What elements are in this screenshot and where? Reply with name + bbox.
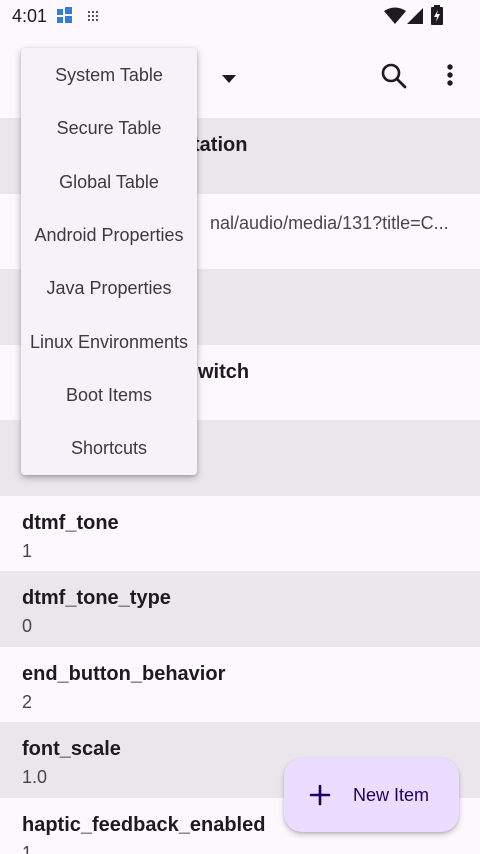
list-item[interactable]: end_button_behavior 2 bbox=[0, 647, 480, 723]
menu-item-android-properties[interactable]: Android Properties bbox=[21, 209, 197, 262]
item-value: 2 bbox=[22, 691, 33, 712]
menu-item-shortcuts[interactable]: Shortcuts bbox=[21, 422, 197, 475]
search-button[interactable] bbox=[376, 58, 412, 94]
item-value: 0 bbox=[22, 616, 33, 636]
item-key: end_button_behavior bbox=[22, 662, 226, 685]
more-vert-icon bbox=[447, 64, 453, 86]
search-icon bbox=[381, 63, 407, 89]
app-notification-icon bbox=[56, 6, 74, 29]
status-time: 4:01 bbox=[12, 6, 48, 26]
grid-dots-icon bbox=[88, 10, 100, 28]
more-options-button[interactable] bbox=[432, 58, 468, 94]
new-item-label: New Item bbox=[353, 785, 430, 805]
item-key: dtmf_tone bbox=[22, 511, 119, 534]
menu-item-boot-items[interactable]: Boot Items bbox=[21, 369, 197, 422]
status-bar: 4:01 bbox=[0, 0, 480, 34]
screen: 4:01 tation nal/audio/media/131?title=C.… bbox=[0, 0, 480, 854]
list-item[interactable]: dtmf_tone 1 bbox=[0, 496, 480, 572]
plus-icon bbox=[308, 783, 332, 812]
signal-icon bbox=[406, 7, 424, 30]
menu-item-global-table[interactable]: Global Table bbox=[21, 156, 197, 209]
new-item-button[interactable]: New Item bbox=[284, 758, 459, 832]
wifi-icon bbox=[384, 7, 406, 30]
battery-icon bbox=[430, 5, 444, 30]
list-item[interactable]: dtmf_tone_type 0 bbox=[0, 571, 480, 647]
item-value: 1 bbox=[22, 842, 33, 854]
dropdown-arrow-icon[interactable] bbox=[222, 70, 236, 88]
item-value: 1 bbox=[22, 540, 33, 561]
table-select-menu: System Table Secure Table Global Table A… bbox=[21, 48, 197, 475]
menu-item-linux-environments[interactable]: Linux Environments bbox=[21, 315, 197, 368]
menu-item-system-table[interactable]: System Table bbox=[21, 49, 197, 102]
item-key: dtmf_tone_type bbox=[22, 587, 171, 609]
menu-item-secure-table[interactable]: Secure Table bbox=[21, 102, 197, 155]
menu-item-java-properties[interactable]: Java Properties bbox=[21, 262, 197, 315]
